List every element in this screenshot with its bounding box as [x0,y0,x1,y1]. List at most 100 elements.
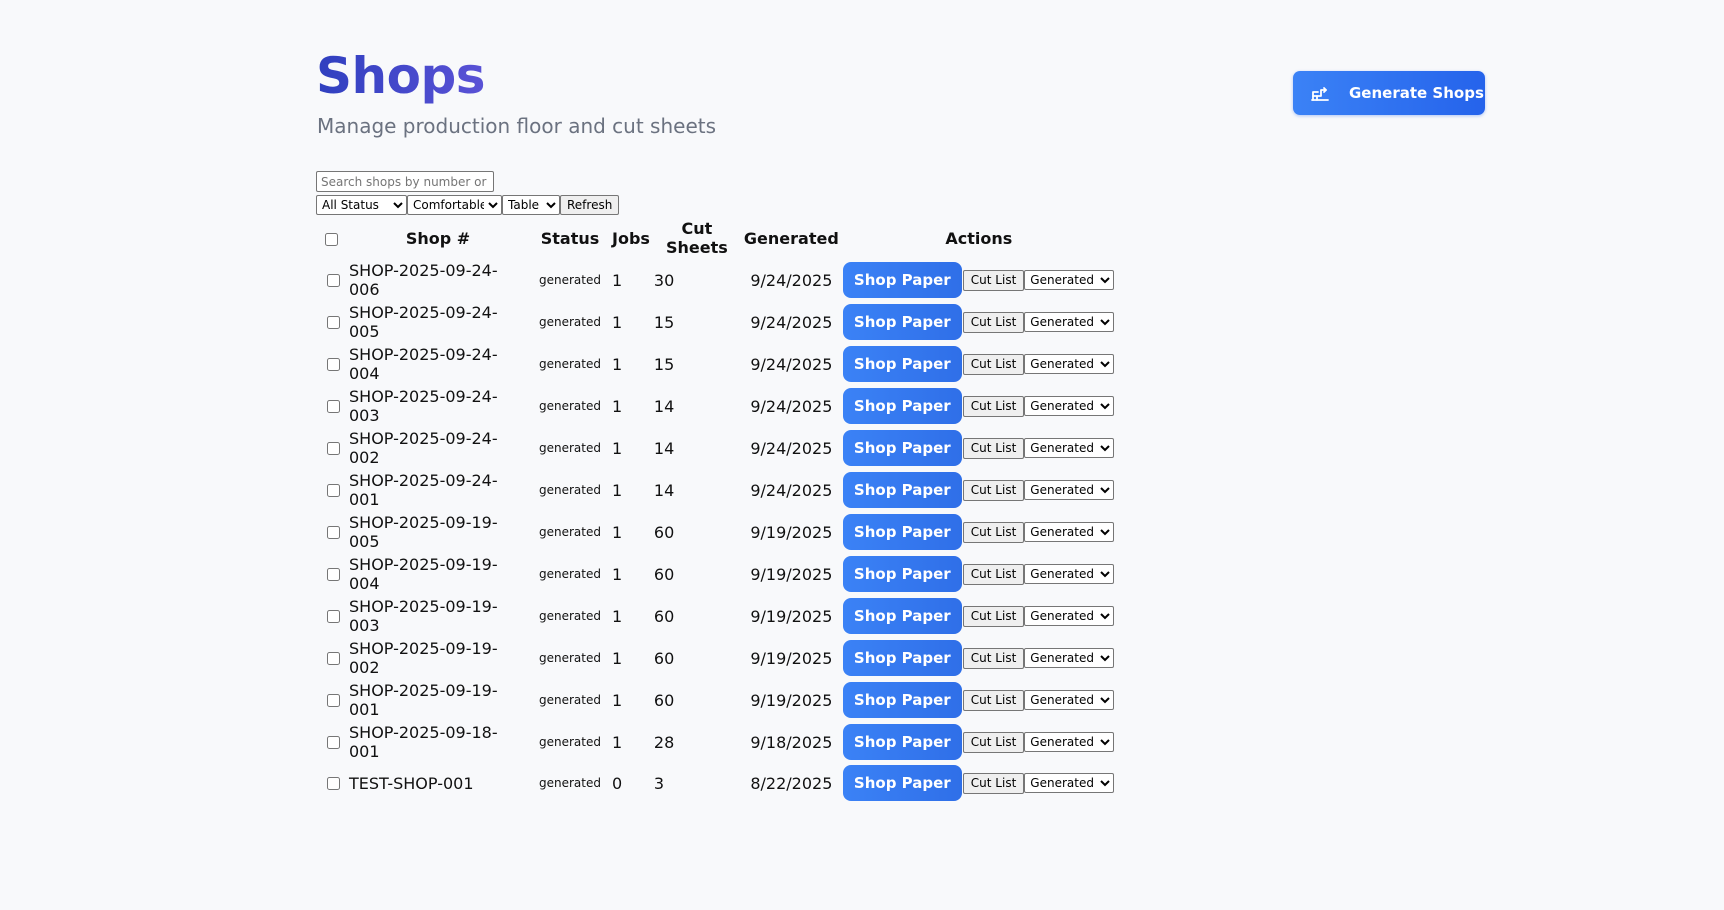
cut-list-button[interactable]: Cut List [962,521,1025,543]
jobs-count: 1 [612,564,623,584]
page-subtitle: Manage production floor and cut sheets [317,114,717,138]
cut-list-button[interactable]: Cut List [962,437,1025,459]
shop-paper-button[interactable]: Shop Paper [842,598,962,634]
row-checkbox[interactable] [327,568,340,581]
row-status-select[interactable]: Generated [1024,480,1115,500]
cut-list-button[interactable]: Cut List [962,311,1025,333]
generated-date: 9/19/2025 [750,690,833,710]
table-header-row: Shop # Status Jobs Cut Sheets Generated … [318,218,1116,258]
actions-cell: Shop Paper Cut List Generated [842,470,1116,510]
row-status-select[interactable]: Generated [1024,522,1115,542]
row-select-cell [318,302,345,342]
row-checkbox[interactable] [327,442,340,455]
shop-paper-button[interactable]: Shop Paper [842,262,962,298]
header-cut-sheets[interactable]: Cut Sheets [653,218,741,258]
row-status-select[interactable]: Generated [1024,648,1115,668]
row-status-select[interactable]: Generated [1024,773,1115,793]
row-status-select[interactable]: Generated [1024,438,1115,458]
row-status-select[interactable]: Generated [1024,396,1115,416]
row-checkbox[interactable] [327,694,340,707]
shop-paper-button[interactable]: Shop Paper [842,765,962,801]
generate-icon [1309,82,1331,104]
table-row: SHOP-2025-09-19-002 generated 1 60 9/19/… [318,638,1116,678]
shop-paper-button[interactable]: Shop Paper [842,388,962,424]
shop-paper-button[interactable]: Shop Paper [842,640,962,676]
generated-date: 9/24/2025 [750,354,833,374]
cut-sheets-count: 15 [653,354,675,374]
cut-list-button[interactable]: Cut List [962,605,1025,627]
cut-list-button[interactable]: Cut List [962,269,1025,291]
row-status-select[interactable]: Generated [1024,606,1115,626]
row-actions: Shop Paper Cut List Generated [842,640,1115,676]
jobs-count: 1 [612,438,623,458]
row-checkbox[interactable] [327,526,340,539]
density-select[interactable]: Comfortable [407,194,502,215]
row-select-cell [318,722,345,762]
status-filter-select[interactable]: All Status [316,194,407,215]
shop-paper-button[interactable]: Shop Paper [842,304,962,340]
row-status-select[interactable]: Generated [1024,690,1115,710]
row-select-cell [318,554,345,594]
filter-controls: All Status Comfortable Table Refresh [316,171,620,215]
row-status-select[interactable]: Generated [1024,732,1115,752]
header-jobs[interactable]: Jobs [611,218,651,258]
generated-date: 9/24/2025 [750,396,833,416]
row-checkbox[interactable] [327,736,340,749]
shop-paper-button[interactable]: Shop Paper [842,430,962,466]
cut-list-button[interactable]: Cut List [962,689,1025,711]
row-checkbox[interactable] [327,777,340,790]
header-status[interactable]: Status [531,218,609,258]
shop-paper-button[interactable]: Shop Paper [842,514,962,550]
row-checkbox[interactable] [327,316,340,329]
row-status-select[interactable]: Generated [1024,564,1115,584]
cut-sheets-count: 28 [653,732,675,752]
status-text: generated [539,357,601,371]
header-shop[interactable]: Shop # [347,218,529,258]
row-status-select[interactable]: Generated [1024,270,1115,290]
row-status-select[interactable]: Generated [1024,312,1115,332]
status-text: generated [539,609,601,623]
cut-sheets-count: 60 [653,564,675,584]
status-text: generated [539,693,601,707]
refresh-button[interactable]: Refresh [560,194,620,215]
row-checkbox[interactable] [327,652,340,665]
row-status-select[interactable]: Generated [1024,354,1115,374]
row-checkbox[interactable] [327,610,340,623]
cut-list-button[interactable]: Cut List [962,731,1025,753]
cut-sheets-count: 30 [653,270,675,290]
shop-paper-button[interactable]: Shop Paper [842,682,962,718]
generate-shops-button[interactable]: Generate Shops [1293,71,1485,115]
select-all-checkbox[interactable] [325,232,338,246]
shop-number: SHOP-2025-09-24-004 [349,345,498,383]
generated-date: 8/22/2025 [750,773,833,793]
shop-paper-button[interactable]: Shop Paper [842,556,962,592]
search-input[interactable] [316,171,494,192]
cut-list-button[interactable]: Cut List [962,563,1025,585]
cut-sheets-count: 3 [653,773,665,793]
shop-paper-button[interactable]: Shop Paper [842,346,962,382]
view-select[interactable]: Table [502,194,560,215]
cut-list-button[interactable]: Cut List [962,647,1025,669]
cut-list-button[interactable]: Cut List [962,479,1025,501]
row-actions: Shop Paper Cut List Generated [842,346,1115,382]
table-row: SHOP-2025-09-24-003 generated 1 14 9/24/… [318,386,1116,426]
cut-sheets-count: 14 [653,438,675,458]
cut-list-button[interactable]: Cut List [962,353,1025,375]
shop-paper-button[interactable]: Shop Paper [842,724,962,760]
header-generated[interactable]: Generated [743,218,840,258]
shop-paper-button[interactable]: Shop Paper [842,472,962,508]
row-checkbox[interactable] [327,484,340,497]
row-checkbox[interactable] [327,358,340,371]
select-all-header [318,218,345,258]
actions-cell: Shop Paper Cut List Generated [842,386,1116,426]
shop-number: SHOP-2025-09-18-001 [349,723,498,761]
shops-table: Shop # Status Jobs Cut Sheets Generated … [316,216,1118,804]
row-checkbox[interactable] [327,274,340,287]
row-checkbox[interactable] [327,400,340,413]
row-select-cell [318,260,345,300]
actions-cell: Shop Paper Cut List Generated [842,428,1116,468]
cut-list-button[interactable]: Cut List [962,772,1025,794]
jobs-count: 1 [612,606,623,626]
status-text: generated [539,399,601,413]
cut-list-button[interactable]: Cut List [962,395,1025,417]
